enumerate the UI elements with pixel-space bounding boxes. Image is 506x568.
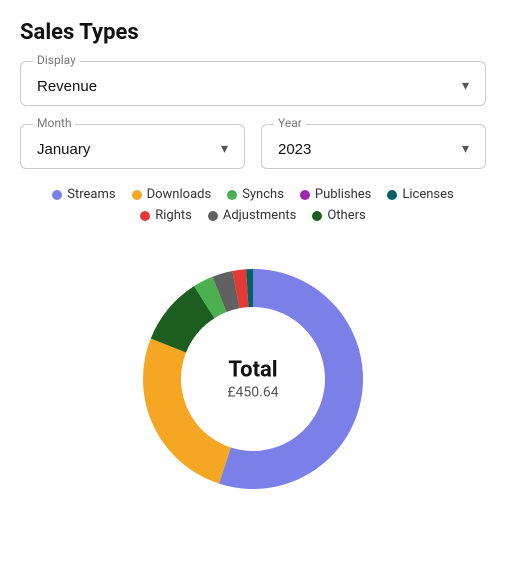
chart-legend: Streams Downloads Synchs Publishes Licenses R… — [20, 187, 486, 223]
legend-item-streams: Streams — [52, 187, 115, 202]
legend-label: Licenses — [402, 187, 453, 202]
legend-label: Synchs — [242, 187, 284, 202]
legend-dot — [227, 190, 237, 200]
legend-label: Adjustments — [223, 208, 297, 223]
legend-item-downloads: Downloads — [132, 187, 212, 202]
legend-item-others: Others — [312, 208, 365, 223]
chart-center: Total £450.64 — [227, 358, 278, 401]
legend-item-synchs: Synchs — [227, 187, 284, 202]
chart-total-value: £450.64 — [227, 385, 278, 401]
month-select[interactable]: JanuaryFebruaryMarch AprilMayJune JulyAu… — [37, 141, 228, 158]
legend-dot — [52, 190, 62, 200]
legend-dot — [208, 211, 218, 221]
legend-dot — [387, 190, 397, 200]
legend-item-publishes: Publishes — [300, 187, 371, 202]
page-title: Sales Types — [20, 20, 486, 45]
display-label: Display — [33, 53, 80, 67]
legend-dot — [300, 190, 310, 200]
month-label: Month — [33, 116, 75, 130]
legend-item-adjustments: Adjustments — [208, 208, 297, 223]
month-fieldset: Month JanuaryFebruaryMarch AprilMayJune … — [20, 124, 245, 169]
chart-total-label: Total — [227, 358, 278, 383]
month-year-row: Month JanuaryFebruaryMarch AprilMayJune … — [20, 124, 486, 169]
legend-label: Downloads — [147, 187, 212, 202]
legend-dot — [132, 190, 142, 200]
legend-label: Others — [327, 208, 365, 223]
legend-dot — [140, 211, 150, 221]
year-label: Year — [274, 116, 306, 130]
year-fieldset: Year 2021202220232024 ▾ — [261, 124, 486, 169]
donut-chart: Total £450.64 — [113, 239, 393, 519]
legend-label: Streams — [67, 187, 115, 202]
display-select[interactable]: Revenue Units — [37, 78, 469, 95]
legend-item-licenses: Licenses — [387, 187, 453, 202]
legend-label: Rights — [155, 208, 192, 223]
legend-dot — [312, 211, 322, 221]
legend-item-rights: Rights — [140, 208, 192, 223]
year-select[interactable]: 2021202220232024 — [278, 141, 469, 158]
chart-segment-downloads — [143, 339, 231, 484]
display-fieldset: Display Revenue Units ▾ — [20, 61, 486, 106]
legend-label: Publishes — [315, 187, 371, 202]
